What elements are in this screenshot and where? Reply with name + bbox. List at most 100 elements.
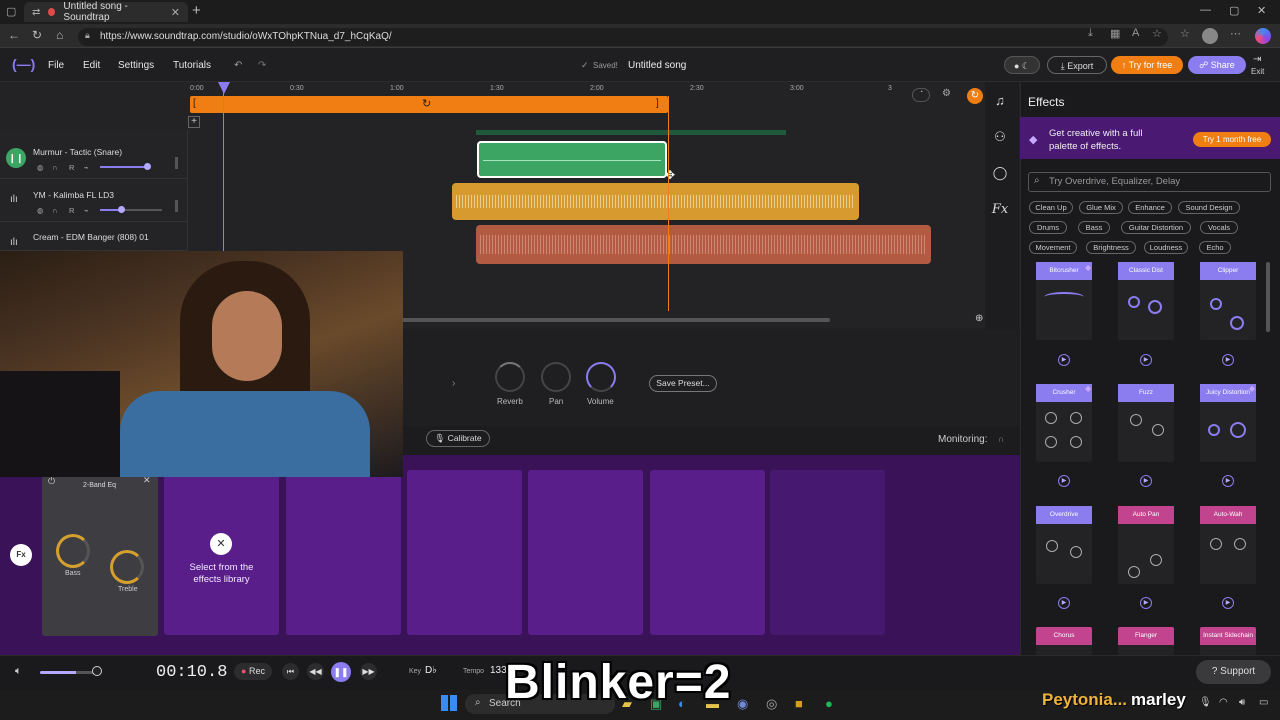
filter-chip[interactable]: Guitar Distortion	[1121, 221, 1191, 234]
play-preview-icon[interactable]: ▶	[1222, 475, 1234, 487]
speaker-icon[interactable]: 🔈︎	[15, 665, 22, 678]
volume-knob[interactable]	[586, 362, 616, 392]
power-icon[interactable]: ⏻	[48, 476, 55, 487]
play-preview-icon[interactable]: ▶	[1222, 597, 1234, 609]
record-arm-button[interactable]: R	[69, 163, 74, 172]
effect-card-auto-pan[interactable]: Auto Pan	[1118, 506, 1174, 584]
copilot-icon[interactable]	[1255, 28, 1271, 44]
menu-file[interactable]: File	[48, 60, 64, 71]
pause-button-icon[interactable]: ❚❚	[331, 662, 351, 682]
play-preview-icon[interactable]: ▶	[1058, 475, 1070, 487]
audio-clip-snare[interactable]	[477, 141, 667, 178]
timeline-ruler[interactable]	[188, 82, 1020, 96]
play-preview-icon[interactable]: ▶	[1140, 354, 1152, 366]
horizontal-scrollbar[interactable]	[402, 318, 830, 322]
add-effect-icon[interactable]: ✕	[210, 533, 232, 555]
loop-toggle-icon[interactable]: ↻	[967, 88, 983, 104]
play-preview-icon[interactable]: ▶	[1058, 354, 1070, 366]
refresh-icon[interactable]: ↻	[32, 28, 42, 42]
reverb-knob[interactable]	[495, 362, 525, 392]
favorite-icon[interactable]: ☆	[1152, 27, 1162, 40]
play-preview-icon[interactable]: ▶	[1058, 597, 1070, 609]
fx-button[interactable]: Fx	[10, 544, 32, 566]
track-name[interactable]: Cream - EDM Banger (808) 01	[33, 232, 149, 242]
zoom-in-icon[interactable]: ⊕	[975, 313, 983, 324]
effect-card-chorus[interactable]: Chorus	[1036, 627, 1092, 655]
mute-icon[interactable]: ◍	[37, 163, 44, 172]
new-tab-icon[interactable]: +	[192, 2, 201, 19]
automation-icon[interactable]: ⌁	[84, 206, 89, 215]
volume-slider[interactable]	[100, 166, 146, 168]
monitoring-headphones-icon[interactable]: ∩	[998, 434, 1004, 444]
menu-edit[interactable]: Edit	[83, 60, 100, 71]
windows-start-icon[interactable]	[441, 695, 457, 711]
record-arm-button[interactable]: R	[69, 206, 74, 215]
undo-icon[interactable]: ↶	[234, 60, 242, 71]
profile-avatar[interactable]	[1202, 28, 1218, 44]
tab-actions-icon[interactable]: ▢	[6, 5, 16, 18]
try-month-free-button[interactable]: Try 1 month free	[1193, 132, 1271, 147]
close-window-icon[interactable]: ✕	[1257, 4, 1266, 17]
track-header[interactable]: ılı Cream - EDM Banger (808) 01	[0, 223, 188, 251]
playhead-handle[interactable]	[218, 82, 230, 94]
audio-clip-kalimba[interactable]	[452, 183, 859, 220]
calibrate-button[interactable]: 🎙︎ Calibrate	[426, 430, 490, 447]
filter-chip[interactable]: Sound Design	[1178, 201, 1240, 214]
extension-icon[interactable]: ▦	[1110, 27, 1120, 40]
empty-fx-slot[interactable]	[770, 470, 885, 635]
song-title[interactable]: Untitled song	[628, 60, 686, 71]
effect-card-clipper[interactable]: Clipper	[1200, 262, 1256, 340]
share-button[interactable]: ☍ Share	[1188, 56, 1246, 74]
exit-icon[interactable]: ⇥	[1253, 54, 1261, 65]
mic-tray-icon[interactable]: 🎙︎	[1199, 697, 1212, 708]
volume-slider-handle[interactable]	[118, 206, 125, 213]
try-for-free-button[interactable]: ↑ Try for free	[1111, 56, 1183, 74]
filter-chip[interactable]: Echo	[1199, 241, 1231, 254]
effect-card-classic-dist[interactable]: Classic Dist	[1118, 262, 1174, 340]
reader-icon[interactable]: A	[1132, 27, 1139, 39]
theme-toggle[interactable]: ● ☾	[1004, 56, 1040, 74]
music-note-icon[interactable]: ♫	[990, 93, 1010, 113]
home-icon[interactable]: ⌂	[56, 28, 63, 42]
battery-tray-icon[interactable]: ▭	[1259, 697, 1268, 708]
menu-tutorials[interactable]: Tutorials	[173, 60, 211, 71]
spotify-icon[interactable]: ●	[825, 696, 833, 711]
treble-knob[interactable]	[110, 550, 144, 584]
track-header[interactable]: ılı YM - Kalimba FL LD3 ◍ ∩ R ⌁	[0, 180, 188, 222]
instrument-icon[interactable]: ❙❙	[6, 148, 26, 168]
collaborators-icon[interactable]: ⚇	[990, 129, 1010, 149]
headphones-icon[interactable]: ∩	[52, 206, 57, 215]
effect-card-crusher[interactable]: Crusher	[1036, 384, 1092, 462]
bass-knob[interactable]	[56, 534, 90, 568]
key-value[interactable]: D♭	[425, 665, 437, 676]
pan-knob[interactable]	[541, 362, 571, 392]
redo-icon[interactable]: ↷	[258, 60, 266, 71]
effect-card-flanger[interactable]: Flanger	[1118, 627, 1174, 655]
roblox-icon[interactable]: ■	[795, 696, 803, 711]
collections-icon[interactable]: ☆	[1180, 27, 1190, 40]
filter-chip[interactable]: Clean Up	[1029, 201, 1073, 214]
download-icon[interactable]: ⤓	[1088, 27, 1093, 40]
filter-chip[interactable]: Vocals	[1200, 221, 1238, 234]
empty-fx-slot[interactable]	[650, 470, 765, 635]
filter-chip[interactable]: Enhance	[1128, 201, 1172, 214]
rewind-icon[interactable]: ◀◀	[307, 663, 324, 680]
url-input[interactable]: https://www.soundtrap.com/studio/oWxTOhp…	[78, 28, 1168, 46]
record-button[interactable]: ● Rec	[234, 663, 272, 680]
master-volume-slider[interactable]	[40, 671, 100, 674]
menu-settings[interactable]: Settings	[118, 60, 154, 71]
play-preview-icon[interactable]: ▶	[1222, 354, 1234, 366]
close-tab-icon[interactable]: ✕	[171, 6, 180, 19]
support-button[interactable]: ? Support	[1196, 660, 1271, 684]
effects-scrollbar[interactable]	[1266, 262, 1270, 332]
loop-start-bracket-icon[interactable]: [	[193, 98, 196, 109]
save-preset-button[interactable]: Save Preset...	[649, 375, 717, 392]
maximize-icon[interactable]: ▢	[1229, 4, 1239, 17]
filter-chip[interactable]: Brightness	[1086, 241, 1136, 254]
loop-region[interactable]: [ ↻ ]	[190, 96, 668, 113]
track-name[interactable]: Murmur - Tactic (Snare)	[33, 147, 122, 157]
chevron-right-icon[interactable]: ›	[452, 378, 455, 389]
mute-icon[interactable]: ◍	[37, 206, 44, 215]
more-icon[interactable]: ⋯	[1230, 27, 1241, 40]
export-button[interactable]: ⤓ Export	[1047, 56, 1107, 74]
